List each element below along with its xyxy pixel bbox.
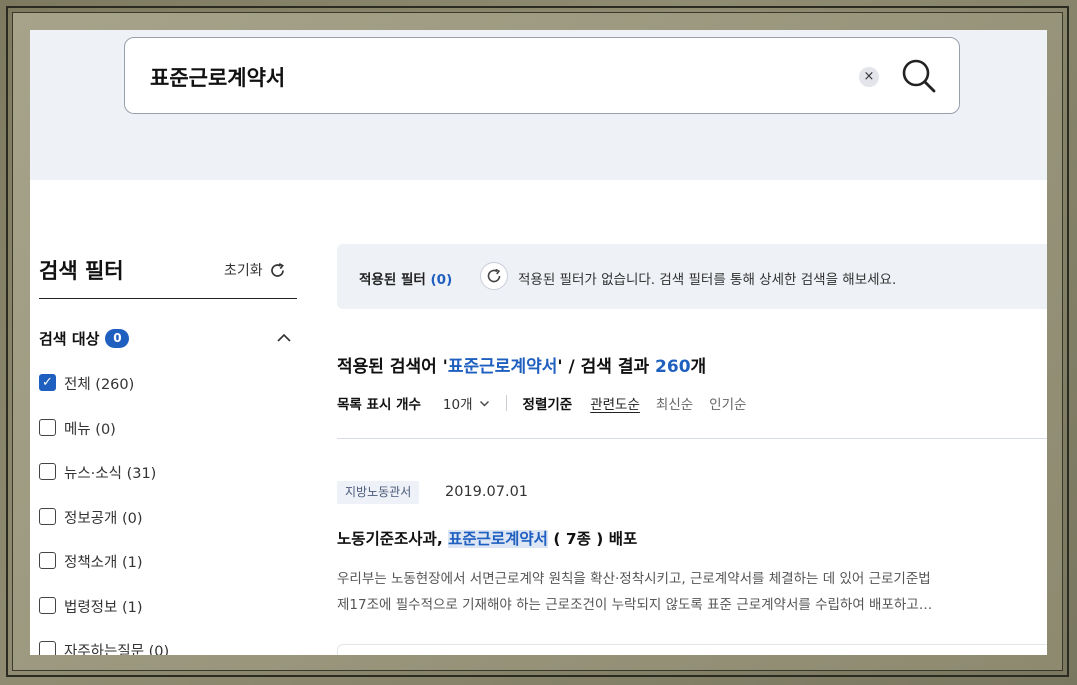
results-heading-suffix: 개 xyxy=(690,357,707,377)
checkbox[interactable] xyxy=(39,596,56,614)
applied-filter-label: 적용된 필터 (0) xyxy=(359,268,452,288)
search-query-text: 표준근로계약서 xyxy=(150,66,286,90)
search-target-label: 검색 대상 xyxy=(39,330,100,348)
reset-label: 초기화 xyxy=(224,263,263,279)
filter-item-label: 자주하는질문 (0) xyxy=(64,644,170,655)
result-title-pre: 노동기준조사과, xyxy=(337,530,449,548)
filter-divider xyxy=(39,298,297,299)
clear-icon[interactable]: × xyxy=(859,67,879,87)
divider xyxy=(505,395,507,411)
list-count-select[interactable]: 10개 xyxy=(443,393,490,413)
filter-list: ✓ 전체 (260) 메뉴 (0) 뉴스·소식 (31) 정보공개 (0) 정책… xyxy=(39,373,169,655)
filter-item-law[interactable]: 법령정보 (1) xyxy=(39,596,169,641)
filter-item-label: 정보공개 (0) xyxy=(64,510,143,527)
filter-item-disclosure[interactable]: 정보공개 (0) xyxy=(39,507,169,552)
filter-item-label: 뉴스·소식 (31) xyxy=(64,466,157,482)
sort-label: 정렬기준 xyxy=(522,397,573,413)
result-category-tag: 지방노동관서 xyxy=(337,481,420,504)
results-heading: 적용된 검색어 '표준근로계약서' / 검색 결과 260개 xyxy=(337,352,706,377)
refresh-icon xyxy=(487,268,501,283)
result-title-post: ( 7종 ) 배포 xyxy=(547,530,638,548)
filter-item-label: 전체 (260) xyxy=(64,377,135,393)
applied-filter-label-text: 적용된 필터 xyxy=(359,272,426,288)
applied-filter-message: 적용된 필터가 없습니다. 검색 필터를 통해 상세한 검색을 해보세요. xyxy=(518,272,897,288)
result-title-link[interactable]: 노동기준조사과, 표준근로계약서 ( 7종 ) 배포 xyxy=(337,527,637,549)
filter-item-faq[interactable]: 자주하는질문 (0) xyxy=(39,640,169,655)
filter-item-label: 메뉴 (0) xyxy=(64,421,116,438)
filter-item-all[interactable]: ✓ 전체 (260) xyxy=(39,373,169,418)
applied-filter-count: (0) xyxy=(430,272,453,288)
checkbox[interactable] xyxy=(39,507,56,525)
checkbox-checked[interactable]: ✓ xyxy=(39,374,56,391)
refresh-icon xyxy=(270,262,284,277)
search-target-header[interactable]: 검색 대상 0 xyxy=(39,328,130,349)
filter-item-label: 정책소개 (1) xyxy=(64,555,143,571)
checkbox[interactable] xyxy=(39,418,56,436)
checkbox[interactable] xyxy=(39,463,56,480)
applied-refresh-button[interactable] xyxy=(480,262,508,290)
search-band: 표준근로계약서 × xyxy=(30,30,1047,180)
next-result-card xyxy=(337,644,1047,655)
sort-popular[interactable]: 인기순 xyxy=(709,393,746,413)
result-date: 2019.07.01 xyxy=(445,484,529,500)
checkbox[interactable] xyxy=(39,641,56,655)
result-desc-line: 우리부는 노동현장에서 서면근로계약 원칙을 확산·정착시키고, 근로계약서를 … xyxy=(337,571,931,587)
result-description: 우리부는 노동현장에서 서면근로계약 원칙을 확산·정착시키고, 근로계약서를 … xyxy=(337,566,1042,618)
list-divider xyxy=(337,438,1047,439)
chevron-up-icon[interactable] xyxy=(276,330,292,346)
search-icon[interactable] xyxy=(900,57,938,95)
results-heading-prefix: 적용된 검색어 ' xyxy=(337,357,448,377)
search-input[interactable]: 표준근로계약서 × xyxy=(124,37,960,114)
page: 표준근로계약서 × 검색 필터 초기화 검색 대상 0 ✓ 전체 (260) 메… xyxy=(30,30,1047,655)
filter-item-label: 법령정보 (1) xyxy=(64,599,143,616)
filter-item-policy[interactable]: 정책소개 (1) xyxy=(39,551,169,596)
sort-latest[interactable]: 최신순 xyxy=(656,393,693,413)
filter-item-news[interactable]: 뉴스·소식 (31) xyxy=(39,462,169,507)
results-heading-mid: ' / 검색 결과 xyxy=(557,357,656,377)
sort-relevance[interactable]: 관련도순 xyxy=(590,393,640,413)
chevron-down-icon xyxy=(479,400,489,406)
search-target-badge: 0 xyxy=(105,329,130,348)
result-title-highlight: 표준근로계약서 xyxy=(448,530,548,548)
result-desc-line: 제17조에 필수적으로 기재해야 하는 근로조건이 누락되지 않도록 표준 근로… xyxy=(337,597,933,613)
applied-filter-bar: 적용된 필터 (0) 적용된 필터가 없습니다. 검색 필터를 통해 상세한 검… xyxy=(337,244,1047,309)
results-heading-count: 260 xyxy=(655,357,691,377)
checkbox[interactable] xyxy=(39,552,56,569)
list-count-label: 목록 표시 개수 xyxy=(337,397,421,413)
list-controls: 목록 표시 개수 10개 정렬기준 관련도순 최신순 인기순 xyxy=(337,393,762,413)
results-heading-term: 표준근로계약서 xyxy=(447,357,558,377)
filter-title: 검색 필터 xyxy=(39,259,124,283)
reset-button[interactable]: 초기화 xyxy=(224,260,286,280)
list-count-value: 10개 xyxy=(442,397,473,413)
filter-item-menu[interactable]: 메뉴 (0) xyxy=(39,418,169,463)
